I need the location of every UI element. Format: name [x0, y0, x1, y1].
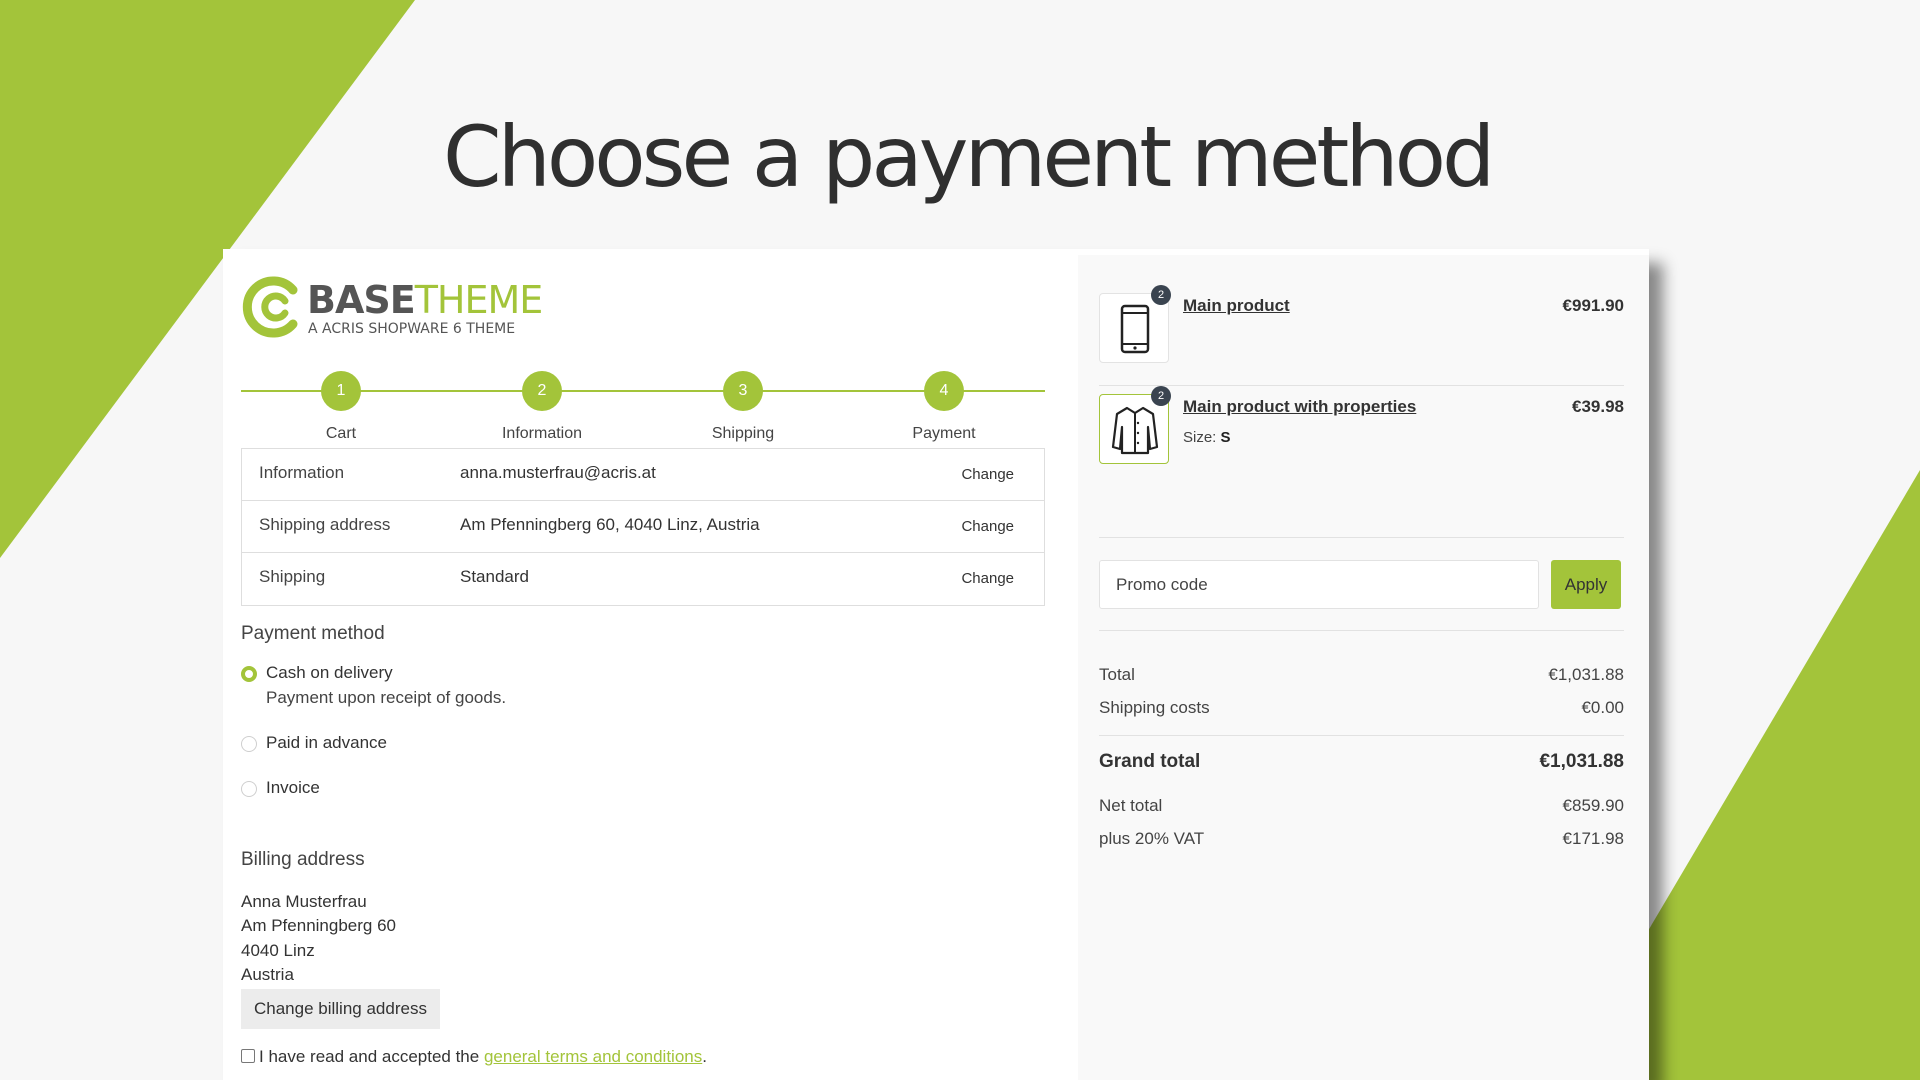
slide-title: Choose a payment method	[443, 108, 1495, 206]
terms-text: I have read and accepted the	[259, 1047, 484, 1066]
divider	[1099, 385, 1624, 386]
payment-option-description: Payment upon receipt of goods.	[266, 688, 507, 707]
step-number: 4	[924, 371, 964, 411]
order-summary-table: Information anna.musterfrau@acris.at Cha…	[241, 448, 1045, 606]
logo-wordmark: BASETHEME	[307, 278, 543, 322]
radio-cash-on-delivery[interactable]	[241, 666, 257, 682]
product-name-link[interactable]: Main product	[1183, 296, 1290, 316]
brand-logo[interactable]: BASETHEME A ACRIS SHOPWARE 6 THEME	[241, 276, 561, 346]
summary-value: anna.musterfrau@acris.at	[460, 463, 656, 482]
grand-total-value: €1,031.88	[1539, 751, 1624, 772]
divider	[1099, 630, 1624, 631]
divider	[1099, 735, 1624, 736]
summary-row-shipping: Shipping Standard Change	[242, 553, 1044, 605]
billing-address-line: Austria	[241, 965, 294, 984]
summary-value: Standard	[460, 567, 529, 586]
product-name-link[interactable]: Main product with properties	[1183, 397, 1416, 417]
change-billing-address-button[interactable]: Change billing address	[241, 989, 440, 1029]
checkout-main: BASETHEME A ACRIS SHOPWARE 6 THEME 1 Car…	[223, 249, 1078, 1080]
payment-option-label[interactable]: Paid in advance	[266, 733, 387, 753]
billing-address-line: Am Pfenningberg 60	[241, 916, 396, 935]
billing-address-line: Anna Musterfrau	[241, 892, 367, 911]
terms-checkbox[interactable]	[241, 1049, 255, 1063]
radio-invoice[interactable]	[241, 781, 257, 797]
net-total-value: €859.90	[1562, 796, 1624, 815]
jacket-icon	[1111, 406, 1159, 455]
grand-total-label: Grand total	[1099, 751, 1201, 772]
terms-link[interactable]: general terms and conditions	[484, 1047, 702, 1066]
total-label: Total	[1099, 665, 1135, 684]
logo-mark-icon	[242, 276, 298, 338]
total-value: €1,031.88	[1548, 665, 1624, 684]
terms-acceptance: I have read and accepted the general ter…	[241, 1047, 707, 1067]
terms-suffix: .	[702, 1047, 707, 1066]
checkout-progress: 1 Cart 2 Information 3 Shipping 4 Paymen…	[241, 371, 1045, 443]
billing-address-line: 4040 Linz	[241, 941, 315, 960]
change-shipping-link[interactable]: Change	[961, 570, 1014, 587]
vat-label: plus 20% VAT	[1099, 829, 1205, 848]
checkout-screenshot: BASETHEME A ACRIS SHOPWARE 6 THEME 1 Car…	[223, 249, 1649, 1080]
smartphone-icon	[1120, 304, 1150, 354]
apply-promo-button[interactable]: Apply	[1551, 560, 1621, 609]
summary-key: Shipping address	[259, 515, 391, 534]
quantity-badge: 2	[1151, 285, 1171, 305]
step-label: Cart	[325, 425, 357, 442]
step-label: Information	[501, 425, 583, 442]
summary-value: Am Pfenningberg 60, 4040 Linz, Austria	[460, 515, 760, 534]
payment-option-label[interactable]: Invoice	[266, 778, 320, 798]
step-payment[interactable]: 4 Payment	[874, 371, 1014, 443]
step-number: 1	[321, 371, 361, 411]
change-shipping-address-link[interactable]: Change	[961, 518, 1014, 535]
payment-method-title: Payment method	[241, 623, 385, 644]
summary-row-information: Information anna.musterfrau@acris.at Cha…	[242, 449, 1044, 501]
promo-code-input[interactable]	[1099, 560, 1539, 609]
shipping-costs-value: €0.00	[1581, 698, 1624, 717]
net-total-label: Net total	[1099, 796, 1163, 815]
step-shipping[interactable]: 3 Shipping	[673, 371, 813, 443]
billing-address-title: Billing address	[241, 849, 365, 870]
radio-paid-in-advance[interactable]	[241, 736, 257, 752]
vat-value: €171.98	[1562, 829, 1624, 848]
logo-tagline: A ACRIS SHOPWARE 6 THEME	[308, 321, 516, 337]
step-cart[interactable]: 1 Cart	[271, 371, 411, 443]
summary-key: Information	[259, 463, 345, 482]
step-number: 3	[723, 371, 763, 411]
step-label: Payment	[912, 425, 976, 442]
step-number: 2	[522, 371, 562, 411]
step-label: Shipping	[711, 425, 775, 442]
cart-sidebar: 2 Main product €991.90 2 Main product wi…	[1078, 255, 1649, 1080]
summary-row-shipping-address: Shipping address Am Pfenningberg 60, 404…	[242, 501, 1044, 553]
payment-option-label[interactable]: Cash on delivery	[266, 663, 393, 683]
summary-key: Shipping	[259, 567, 326, 586]
product-price: €991.90	[1562, 296, 1624, 315]
quantity-badge: 2	[1151, 386, 1171, 406]
step-information[interactable]: 2 Information	[472, 371, 612, 443]
product-property: Size: S	[1183, 429, 1231, 446]
change-information-link[interactable]: Change	[961, 466, 1014, 483]
product-price: €39.98	[1572, 397, 1624, 416]
shipping-costs-label: Shipping costs	[1099, 698, 1210, 717]
divider	[1099, 537, 1624, 538]
